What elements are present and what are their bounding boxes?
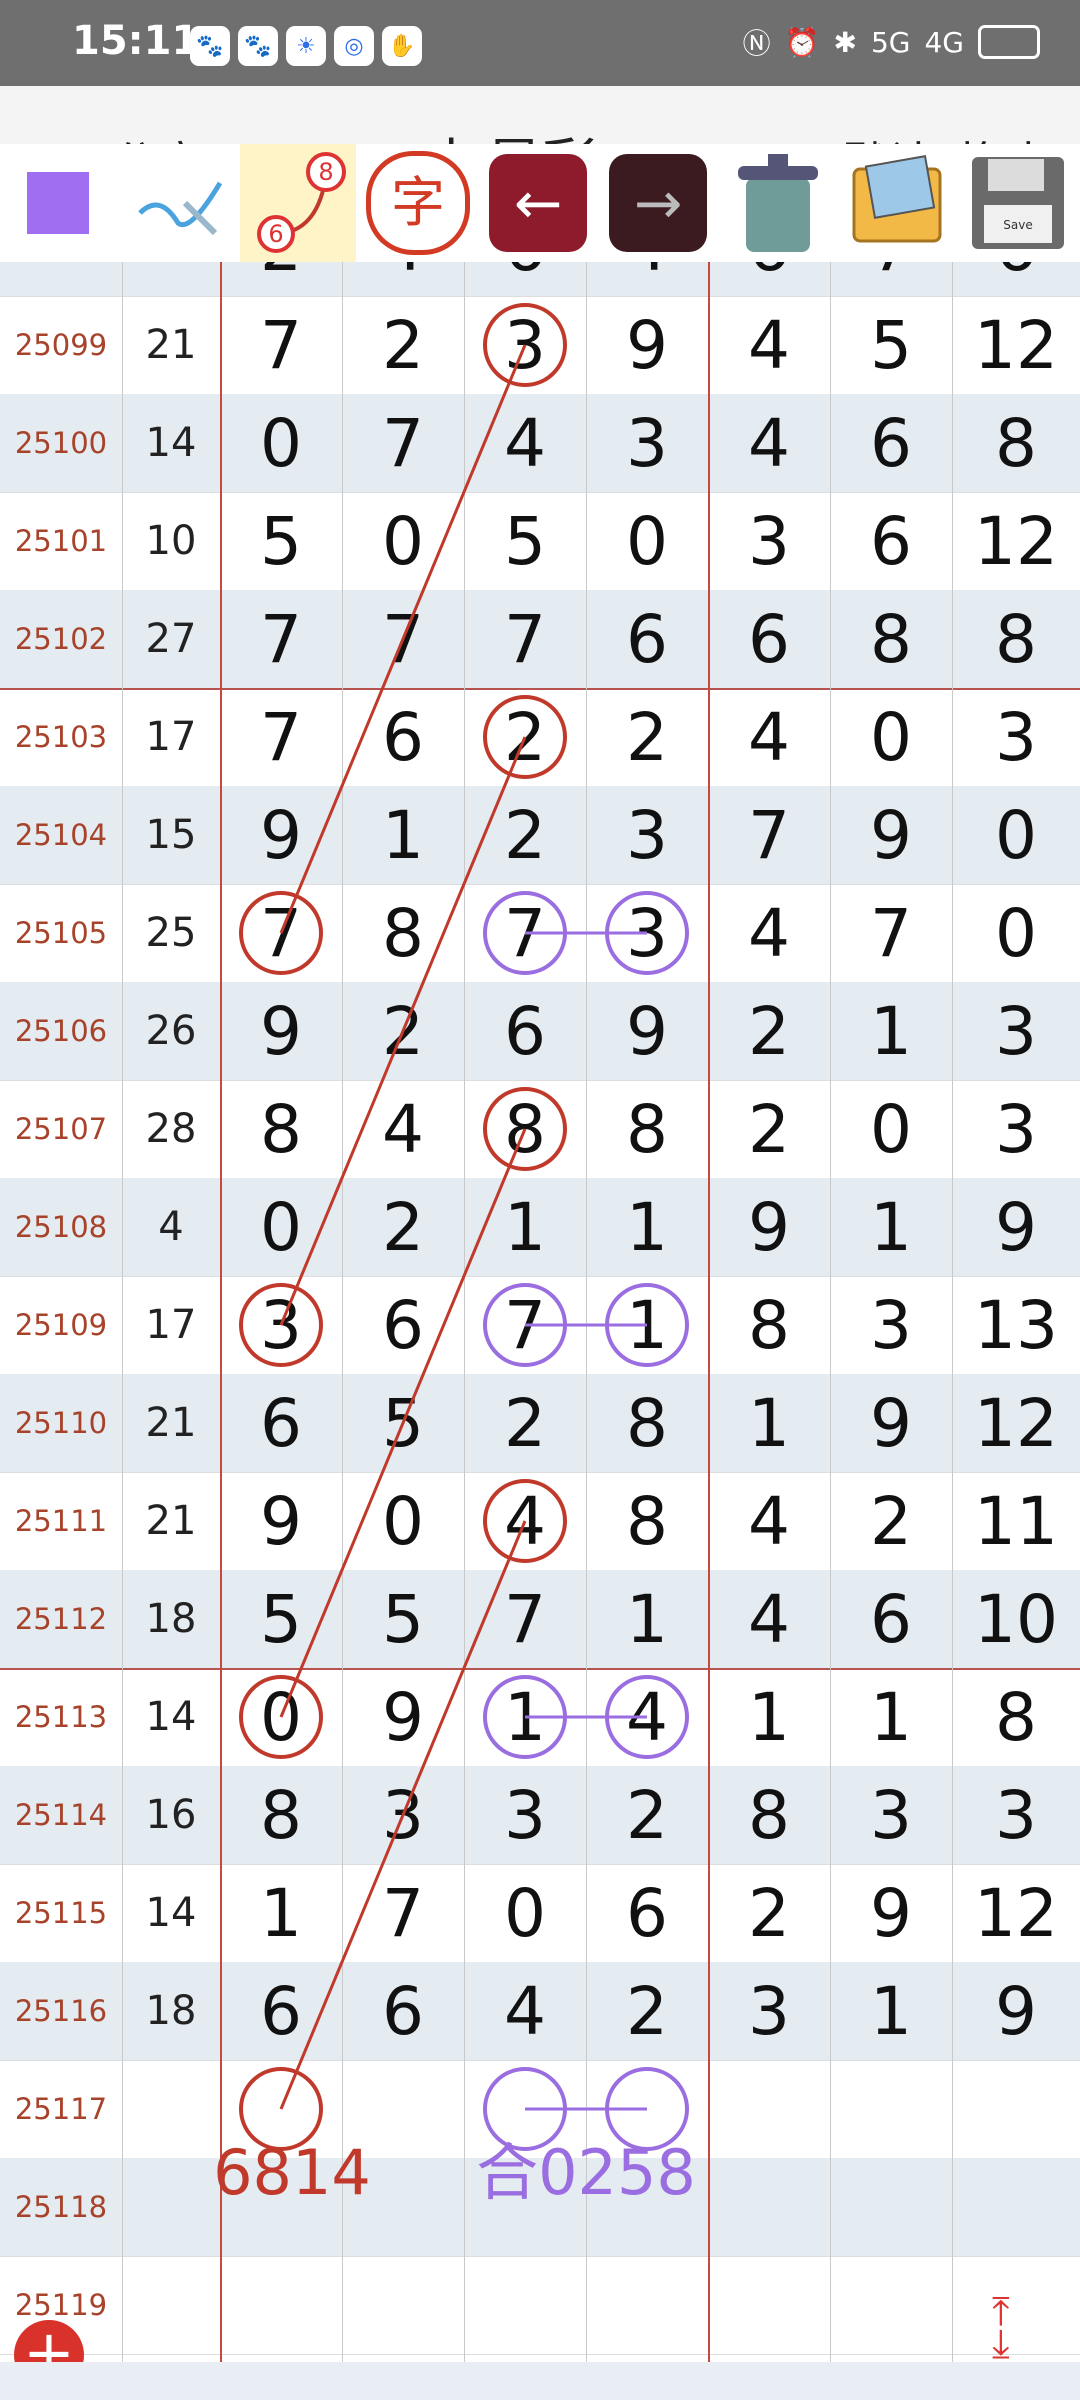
purple-prediction-label: 合0258: [476, 2136, 696, 2209]
color-swatch-icon[interactable]: [0, 144, 116, 262]
title-bar: ‹ 分享 七星彩▼ 默认 换皮: [0, 86, 1080, 198]
text-icon[interactable]: 字: [360, 144, 476, 262]
link-numbers-icon[interactable]: 8 6: [240, 144, 356, 262]
link-number-top: 8: [318, 158, 333, 186]
network-5g-label: 5G: [870, 25, 911, 59]
red-link-line: [279, 1128, 527, 1718]
trash-icon[interactable]: [720, 144, 836, 262]
save-caption: Save: [1003, 218, 1032, 232]
network-4g-label: 4G: [924, 25, 964, 59]
red-link-line: [279, 344, 527, 934]
notification-icons: 🐾 🐾 ☀ ◎ ✋: [190, 26, 422, 66]
pen-icon[interactable]: [120, 144, 236, 262]
weather-icon: ☀: [286, 26, 326, 66]
annotation-layer: 6814 合0258: [213, 303, 696, 2209]
red-link-line: [279, 1520, 527, 2110]
red-link-line: [279, 736, 527, 1326]
hand-icon: ✋: [382, 26, 422, 66]
baidu-icon: 🐾: [238, 26, 278, 66]
red-prediction-label: 6814: [213, 2136, 371, 2209]
baidu-icon: 🐾: [190, 26, 230, 66]
scroll-arrows-icon[interactable]: ⤒ ⤓: [992, 2292, 1010, 2364]
link-number-bottom: 6: [268, 220, 283, 248]
image-icon[interactable]: [840, 144, 956, 262]
system-icons: Ⓝ ⏰ ✱ 5G 4G: [743, 22, 1040, 62]
draw-table[interactable]: 2509818246467625099217239451225100140743…: [0, 262, 1080, 2362]
bottom-bar: [0, 2362, 1080, 2400]
nfc-icon: Ⓝ: [742, 27, 771, 60]
app-icon: ◎: [334, 26, 374, 66]
save-icon[interactable]: Save: [960, 144, 1076, 262]
bluetooth-icon: ✱: [833, 25, 857, 59]
alarm-icon: ⏰: [784, 25, 820, 59]
battery-icon: [978, 25, 1040, 59]
status-bar: 15:11 🐾 🐾 ☀ ◎ ✋ Ⓝ ⏰ ✱ 5G 4G: [0, 0, 1080, 86]
redo-icon[interactable]: →: [600, 144, 716, 262]
toolbar: 8 6 字 ← → Save: [0, 144, 1080, 262]
status-time: 15:11: [72, 18, 200, 64]
undo-icon[interactable]: ←: [480, 144, 596, 262]
